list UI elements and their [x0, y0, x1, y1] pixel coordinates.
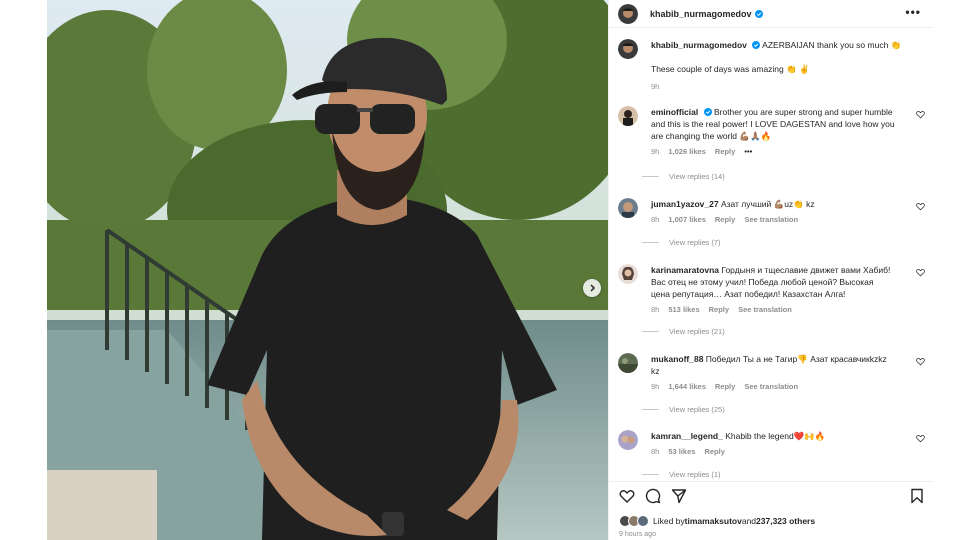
view-replies-button[interactable]: View replies (1) — [642, 470, 721, 479]
caption-username[interactable]: khabib_nurmagomedov — [651, 40, 747, 50]
comment-body: mukanoff_88 Победил Ты а не Тагир👎 Азат … — [651, 353, 913, 393]
replies-divider — [642, 331, 659, 332]
likes-summary[interactable]: Liked by timamaksutov and 237,323 others — [619, 515, 815, 527]
view-replies-label: View replies (7) — [669, 238, 721, 247]
comment-text: and this is the real power! I LOVE DAGES… — [651, 119, 895, 129]
heart-icon[interactable] — [916, 110, 925, 119]
view-replies-button[interactable]: View replies (21) — [642, 327, 725, 336]
reply-button[interactable]: Reply — [715, 146, 735, 158]
comment-text: Азат лучший 💪🏽uz👏 kz — [718, 199, 815, 209]
comment-text: Вас отец не этому учил! Победа любой цен… — [651, 277, 874, 287]
post-timestamp: 9 hours ago — [619, 531, 656, 538]
post-side-panel: khabib_nurmagomedov ••• khabib_nurmagome… — [608, 0, 934, 540]
comment-time: 8h — [651, 305, 660, 314]
comment-likes[interactable]: 53 likes — [668, 446, 695, 458]
comment-time: 8h — [651, 447, 660, 456]
caption-body: khabib_nurmagomedov AZERBAIJAN thank you… — [651, 39, 913, 93]
view-replies-label: View replies (14) — [669, 172, 725, 181]
liker-avatars — [619, 515, 649, 527]
comment-body: kamran__legend_ Khabib the legend❤️🙌🔥 8h… — [651, 430, 913, 458]
caption-time: 9h — [651, 82, 660, 91]
reply-button[interactable]: Reply — [715, 214, 735, 226]
see-translation-button[interactable]: See translation — [744, 214, 798, 226]
commenter-avatar[interactable] — [618, 353, 638, 373]
liked-by-user[interactable]: timamaksutov — [685, 516, 742, 526]
replies-divider — [642, 474, 659, 475]
comment-username[interactable]: mukanoff_88 — [651, 354, 703, 364]
commenter-avatar[interactable] — [618, 430, 638, 450]
author-avatar[interactable] — [618, 3, 638, 24]
comment-icon[interactable] — [645, 488, 661, 504]
replies-divider — [642, 176, 659, 177]
caption-text-line2: These couple of days was amazing 👏 ✌️ — [651, 64, 810, 74]
view-replies-label: View replies (1) — [669, 470, 721, 479]
liked-by-count[interactable]: 237,323 others — [756, 516, 815, 526]
post-actions: Liked by timamaksutov and 237,323 others… — [609, 481, 934, 540]
replies-divider — [642, 242, 659, 243]
view-replies-label: View replies (25) — [669, 405, 725, 414]
author-username[interactable]: khabib_nurmagomedov — [650, 9, 752, 19]
comment-username[interactable]: karinamaratovna — [651, 265, 719, 275]
liked-by-and: and — [741, 516, 757, 526]
bookmark-icon[interactable] — [909, 488, 925, 504]
caption-avatar[interactable] — [618, 39, 638, 59]
caption-text-line1: AZERBAIJAN thank you so much 👏 — [760, 40, 902, 50]
comment-username[interactable]: eminofficial — [651, 107, 698, 117]
comment-text: kz — [651, 366, 660, 376]
comment-username[interactable]: juman1yazov_27 — [651, 199, 719, 209]
commenter-avatar[interactable] — [618, 198, 638, 218]
view-replies-button[interactable]: View replies (25) — [642, 405, 725, 414]
comment-likes[interactable]: 1,007 likes — [668, 214, 706, 226]
comment-body: karinamaratovna Гордыня и тщеславие движ… — [651, 264, 913, 316]
reply-button[interactable]: Reply — [715, 381, 735, 393]
post-photo[interactable] — [47, 0, 608, 540]
verified-badge-icon — [754, 9, 763, 18]
comment-text: Khabib the legend❤️🙌🔥 — [722, 431, 826, 441]
comments-list[interactable]: khabib_nurmagomedov AZERBAIJAN thank you… — [609, 29, 934, 481]
comment-text: Победил Ты а не Тагир👎 Азат красавчикkzk… — [703, 354, 887, 364]
heart-icon[interactable] — [916, 357, 925, 366]
reply-button[interactable]: Reply — [704, 446, 724, 458]
comment-text: are changing the world 💪🏽🙏🏽🔥 — [651, 131, 772, 141]
post-header: khabib_nurmagomedov ••• — [609, 0, 933, 28]
view-replies-label: View replies (21) — [669, 327, 725, 336]
comment-text: Brother you are super strong and super h… — [711, 107, 893, 117]
more-options-icon[interactable]: ••• — [905, 5, 921, 19]
heart-icon[interactable] — [916, 434, 925, 443]
verified-badge-icon — [703, 108, 712, 116]
avatar — [637, 515, 649, 527]
see-translation-button[interactable]: See translation — [738, 304, 792, 316]
comment-text: Гордыня и тщеславие движет вами Хабиб! — [719, 265, 891, 275]
comment-more-icon[interactable]: ••• — [744, 146, 752, 158]
chevron-right-icon — [590, 284, 596, 292]
view-replies-button[interactable]: View replies (14) — [642, 172, 725, 181]
comment-username[interactable]: kamran__legend_ — [651, 431, 723, 441]
comment-body: eminofficial Brother you are super stron… — [651, 106, 913, 158]
heart-icon[interactable] — [916, 268, 925, 277]
share-icon[interactable] — [671, 488, 687, 504]
view-replies-button[interactable]: View replies (7) — [642, 238, 721, 247]
reply-button[interactable]: Reply — [709, 304, 729, 316]
see-translation-button[interactable]: See translation — [744, 381, 798, 393]
comment-likes[interactable]: 1,644 likes — [668, 381, 706, 393]
carousel-next-button[interactable] — [583, 279, 601, 297]
comment-time: 9h — [651, 147, 660, 156]
comment-likes[interactable]: 513 likes — [668, 304, 699, 316]
post-image-illustration — [47, 0, 608, 540]
comment-time: 8h — [651, 215, 660, 224]
comment-time: 9h — [651, 382, 660, 391]
heart-icon[interactable] — [619, 488, 635, 504]
comment-body: juman1yazov_27 Азат лучший 💪🏽uz👏 kz 8h 1… — [651, 198, 913, 226]
comment-text: цена репутация… Азат победил! Казахстан … — [651, 289, 846, 299]
liked-by-prefix: Liked by — [653, 516, 685, 526]
commenter-avatar[interactable] — [618, 106, 638, 126]
comment-likes[interactable]: 1,026 likes — [668, 146, 706, 158]
commenter-avatar[interactable] — [618, 264, 638, 284]
replies-divider — [642, 409, 659, 410]
heart-icon[interactable] — [916, 202, 925, 211]
